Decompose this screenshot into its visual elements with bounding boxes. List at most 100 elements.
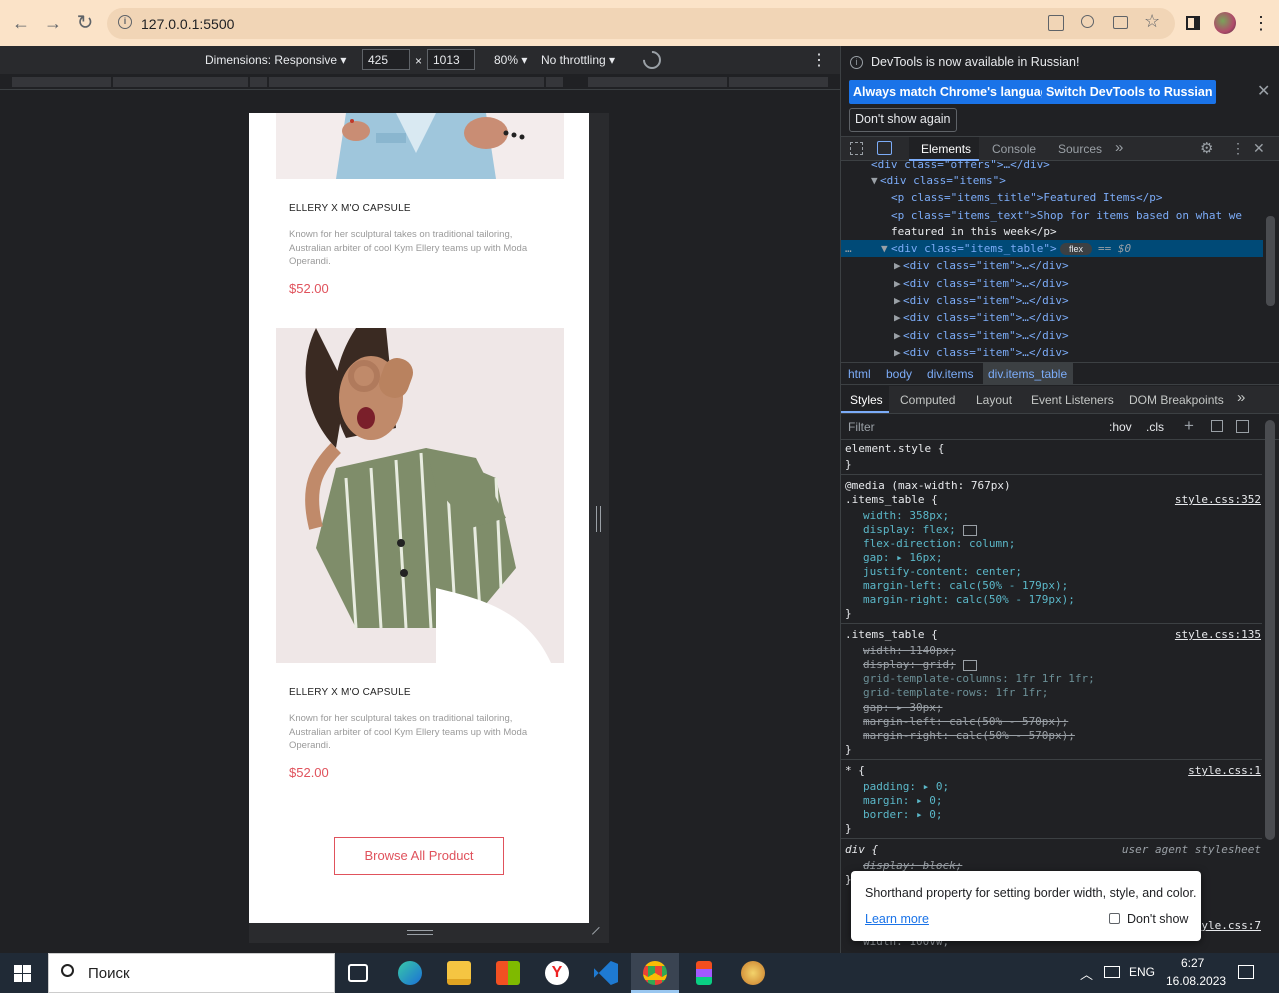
profile-avatar[interactable] [1214,12,1236,34]
dimensions-dropdown[interactable]: Dimensions: Responsive ▾ [205,53,346,67]
chrome-icon[interactable] [643,961,667,985]
tab-computed[interactable]: Computed [900,393,955,407]
store-icon[interactable] [496,961,520,985]
expand-caret-icon[interactable]: ▼ [881,242,888,255]
cls-toggle[interactable]: .cls [1146,420,1164,434]
dom-line-cont[interactable]: featured in this week</p> [891,225,1057,238]
dom-item-line[interactable]: <div class="item">…</div> [903,329,1069,342]
tab-event-listeners[interactable]: Event Listeners [1031,393,1114,407]
vscode-icon[interactable] [594,961,618,985]
css-declaration-overridden[interactable]: margin-left: calc(50% - 570px); [863,715,1068,728]
expand-caret-icon[interactable]: ▶ [894,346,901,359]
paint-app-icon[interactable] [741,961,765,985]
zoom-icon[interactable] [1081,15,1094,28]
device-more-icon[interactable]: ⋮ [811,50,827,70]
tab-sources[interactable]: Sources [1058,142,1102,156]
tab-elements[interactable]: Elements [921,142,971,156]
grid-editor-icon[interactable] [963,660,977,671]
network-icon[interactable] [1104,966,1120,978]
dont-show-again-button[interactable]: Don't show again [849,108,957,132]
clock-time[interactable]: 6:27 [1181,956,1204,970]
height-resize-handle[interactable] [407,930,433,935]
css-declaration-overridden[interactable]: margin-right: calc(50% - 570px); [863,729,1075,742]
add-rule-icon[interactable]: + [1184,416,1194,436]
more-tabs-icon[interactable]: » [1237,389,1245,406]
dont-show-checkbox[interactable] [1109,913,1120,924]
task-view-icon[interactable] [348,964,368,982]
css-declaration[interactable]: border: ▸ 0; [863,808,942,821]
figma-icon[interactable] [696,961,712,985]
reload-icon[interactable]: ↻ [74,12,96,34]
expand-caret-icon[interactable]: ▶ [894,294,901,307]
edge-icon[interactable] [398,961,422,985]
flex-badge[interactable]: flex [1060,243,1092,255]
browse-all-product-button[interactable]: Browse All Product [334,837,504,875]
paint-icon[interactable] [1211,420,1223,432]
dom-line[interactable]: <p class="items_title">Featured Items</p… [891,191,1163,204]
dom-item-line[interactable]: <div class="item">…</div> [903,346,1069,359]
breadcrumb-item[interactable]: body [886,367,912,381]
tab-console[interactable]: Console [992,142,1036,156]
css-declaration[interactable]: flex-direction: column; [863,537,1015,550]
rule-selector[interactable]: .items_table { [845,493,938,506]
filter-input[interactable]: Filter [848,420,875,434]
close-devtools-icon[interactable]: ✕ [1253,140,1265,157]
rule-source-link[interactable]: style.css:1 [1188,764,1261,777]
yandex-browser-icon[interactable]: Y [545,961,569,985]
css-declaration-overridden[interactable]: width: 1140px; [863,644,956,657]
rule-selector[interactable]: * { [845,764,865,777]
windows-start-icon[interactable] [14,965,31,982]
dom-line[interactable]: <div class="offers">…</div> [871,158,1050,171]
dom-scrollbar[interactable] [1266,216,1275,306]
bookmark-star-icon[interactable]: ☆ [1144,11,1160,32]
zoom-dropdown[interactable]: 80% ▾ [494,53,527,67]
share-icon[interactable] [1113,16,1128,29]
address-bar[interactable] [107,8,1175,39]
forward-icon[interactable]: → [42,12,64,34]
css-declaration[interactable]: margin-left: calc(50% - 179px); [863,579,1068,592]
rotate-icon[interactable] [639,47,665,73]
flexbox-editor-icon[interactable] [963,525,977,536]
info-icon[interactable]: i [118,15,132,29]
dom-line[interactable]: <p class="items_text">Shop for items bas… [891,209,1242,222]
styles-scrollbar[interactable] [1265,420,1275,840]
rule-source-link[interactable]: style.css:135 [1175,628,1261,641]
corner-resize-handle[interactable] [591,926,607,942]
file-explorer-icon[interactable] [447,961,471,985]
rule-selector[interactable]: div { [845,843,878,856]
clock-date[interactable]: 16.08.2023 [1166,974,1226,988]
taskbar-search-box[interactable]: Поиск [48,953,335,993]
expand-caret-icon[interactable]: ▶ [894,329,901,342]
rule-source-link[interactable]: style.css:352 [1175,493,1261,506]
css-declaration-overridden[interactable]: display: grid; [863,658,956,671]
close-icon[interactable]: ✕ [1257,81,1270,101]
expand-caret-icon[interactable]: ▶ [894,311,901,324]
dom-line[interactable]: <div class="items"> [880,174,1006,187]
css-declaration-inactive[interactable]: grid-template-rows: 1fr 1fr; [863,686,1048,699]
back-icon[interactable]: ← [10,12,32,34]
expand-caret-icon[interactable]: ▶ [894,259,901,272]
tab-layout[interactable]: Layout [976,393,1012,407]
translate-icon[interactable] [1048,15,1064,31]
dom-item-line[interactable]: <div class="item">…</div> [903,294,1069,307]
dom-item-line[interactable]: <div class="item">…</div> [903,311,1069,324]
throttling-dropdown[interactable]: No throttling ▾ [541,53,615,67]
width-input[interactable]: 425 [362,49,410,70]
css-declaration[interactable]: padding: ▸ 0; [863,780,949,793]
css-declaration[interactable]: display: flex; [863,523,956,536]
tab-dom-breakpoints[interactable]: DOM Breakpoints [1129,393,1224,407]
chevron-up-icon[interactable]: ︿ [1080,964,1093,983]
expand-caret-icon[interactable]: ▼ [871,174,878,187]
breadcrumb-item[interactable]: div.items [927,367,973,381]
tab-styles[interactable]: Styles [850,393,883,407]
width-resize-handle[interactable] [596,506,601,532]
side-panel-icon[interactable] [1186,16,1200,30]
css-declaration[interactable]: gap: ▸ 16px; [863,551,942,564]
menu-dots-icon[interactable]: ⋮ [1252,12,1270,34]
settings-gear-icon[interactable]: ⚙ [1200,139,1213,157]
dom-item-line[interactable]: <div class="item">…</div> [903,277,1069,290]
css-declaration[interactable]: justify-content: center; [863,565,1022,578]
device-toggle-icon[interactable] [877,141,892,155]
element-style-selector[interactable]: element.style { [845,442,944,455]
css-declaration-overridden[interactable]: gap: ▸ 30px; [863,701,942,714]
